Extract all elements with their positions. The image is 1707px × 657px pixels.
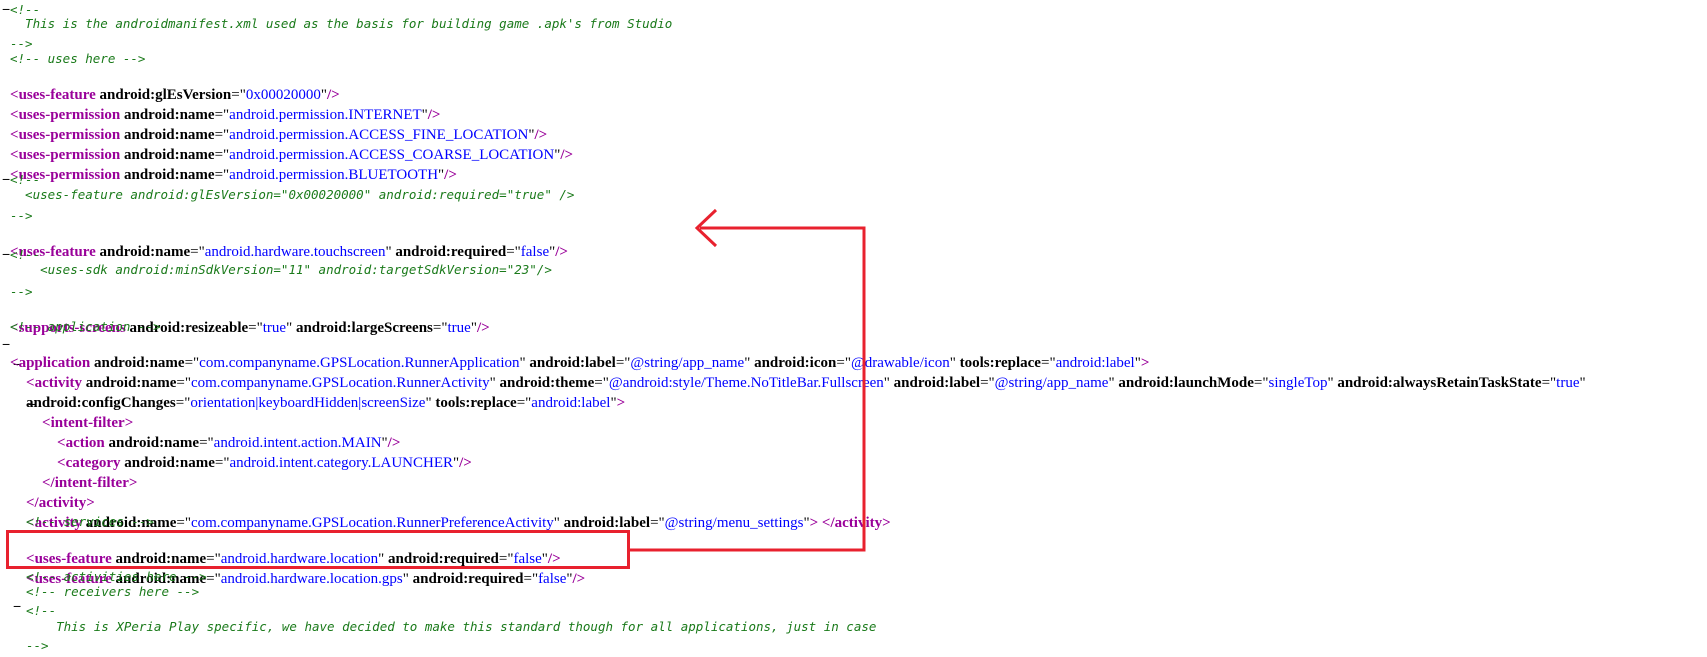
close-then-end: > </ (809, 515, 835, 531)
val-touchscreen: android.hardware.touchscreen (204, 244, 386, 260)
val-replace-label: android:label (531, 395, 611, 411)
self-close: /> (572, 571, 586, 587)
val-hw-location-gps: android.hardware.location.gps (220, 571, 403, 587)
comment-xperia-text: This is XPeria Play specific, we have de… (26, 619, 877, 634)
eq: = (190, 244, 199, 260)
tag-activity: activity (834, 515, 883, 531)
q: " (385, 244, 392, 260)
val-category-launcher: android.intent.category.LAUNCHER (229, 455, 454, 471)
self-close: /> (459, 455, 472, 471)
val-false: false (538, 571, 567, 587)
val-true: true (447, 320, 471, 336)
annotation-highlight-box (6, 530, 630, 569)
lt: < (10, 355, 19, 371)
gt: > (128, 475, 138, 491)
comment-uses-sdk: <uses-sdk android:minSdkVersion="11" and… (10, 262, 552, 277)
eq: = (176, 515, 185, 531)
collapse-toggle-xperia-comment[interactable]: − (13, 597, 21, 616)
eq: = (206, 571, 215, 587)
val-false: false (520, 244, 550, 260)
self-close: /> (444, 167, 457, 183)
gt: > (616, 395, 626, 411)
comment-header-text: This is the androidmanifest.xml used as … (10, 16, 673, 31)
comment-receivers-here: <!-- receivers here --> (26, 584, 200, 599)
val-config-changes: orientation|keyboardHidden|screenSize (190, 395, 426, 411)
xml-line-perm-internet: <uses-permission android:name="android.p… (10, 87, 440, 123)
comment-close: --> (10, 284, 33, 299)
self-close: /> (560, 147, 574, 163)
val-theme: @android:style/Theme.NoTitleBar.Fullscre… (608, 375, 884, 391)
xml-line-action-main: <action android:name="android.intent.act… (57, 415, 400, 451)
q: " (425, 395, 432, 411)
attr-launch-mode: android:launchMode (1118, 375, 1254, 391)
self-close: /> (555, 244, 568, 260)
q: " (553, 515, 560, 531)
comment-close: --> (10, 208, 33, 223)
val-true: true (262, 320, 287, 336)
val-true: true (1556, 375, 1580, 391)
q: " (883, 375, 890, 391)
attr-large-screens: android:largeScreens (295, 320, 433, 336)
eq: = (1541, 375, 1551, 391)
q: " (402, 571, 409, 587)
xml-line-preference-activity: <activity android:name="com.companyname.… (26, 495, 891, 531)
collapse-toggle-comment-2[interactable]: − (2, 170, 10, 189)
collapse-toggle-header-comment[interactable]: − (2, 0, 10, 19)
attr-label: android:label (893, 375, 981, 391)
xml-line-activity: <activity android:name="com.companyname.… (26, 355, 1586, 391)
eq: = (175, 395, 185, 411)
eq: = (214, 167, 224, 183)
attr-label: android:label (563, 515, 651, 531)
q: " (286, 320, 293, 336)
xml-line-activity-config: android:configChanges="orientation|keybo… (26, 375, 625, 411)
comment-uses-here: <!-- uses here --> (10, 51, 146, 66)
eq: = (506, 244, 515, 260)
annotation-arrow-head (694, 208, 718, 248)
attr-always-retain: android:alwaysRetainTaskState (1337, 375, 1542, 391)
xml-line-category-launcher: <category android:name="android.intent.c… (57, 435, 472, 471)
eq: = (516, 395, 526, 411)
gt: > (882, 515, 891, 531)
lt: < (42, 415, 51, 431)
xml-line-perm-fine: <uses-permission android:name="android.p… (10, 107, 547, 143)
eq: = (248, 320, 257, 336)
attr-required: android:required (395, 244, 507, 260)
q: " (1108, 375, 1115, 391)
eq: = (980, 375, 989, 391)
xml-line-activity-close: </activity> (26, 475, 95, 511)
comment-services: <!-- services --> (26, 514, 154, 529)
xml-line-intent-filter-open: <intent-filter> (42, 395, 133, 431)
attr-required: android:required (412, 571, 524, 587)
xml-line-application: <application android:name="com.companyna… (10, 335, 1149, 371)
self-close: /> (476, 320, 490, 336)
attr-name: android:name (99, 244, 191, 260)
collapse-toggle-application[interactable]: − (2, 335, 10, 354)
xml-line-intent-filter-close: </intent-filter> (42, 455, 137, 491)
attr-name: android:name (124, 455, 215, 471)
eq: = (523, 571, 532, 587)
collapse-toggle-comment-3[interactable]: − (2, 245, 10, 264)
attr-tools-replace: tools:replace (435, 395, 517, 411)
val-app-label: @string/app_name (994, 375, 1109, 391)
q: " (1579, 375, 1586, 391)
xml-line-uses-feature-gles: <uses-feature android:glEsVersion="0x000… (10, 67, 340, 103)
comment-uses-feature-gles: <uses-feature android:glEsVersion="0x000… (10, 187, 575, 202)
val-perm-bluetooth: android.permission.BLUETOOTH (229, 167, 439, 183)
val-pref-activity: com.companyname.GPSLocation.RunnerPrefer… (190, 515, 554, 531)
xml-line-perm-bluetooth: <uses-permission android:name="android.p… (10, 147, 457, 183)
attr-name: android:name (124, 167, 215, 183)
eq: = (650, 515, 659, 531)
q: " (1327, 375, 1334, 391)
xml-line-uses-feature-touchscreen: <uses-feature android:name="android.hard… (10, 224, 568, 260)
xml-line-perm-coarse: <uses-permission android:name="android.p… (10, 127, 573, 163)
val-single-top: singleTop (1268, 375, 1328, 391)
comment-application: <!-- application --> (10, 319, 161, 334)
comment-close: --> (26, 638, 49, 653)
val-menu-settings: @string/menu_settings (664, 515, 804, 531)
